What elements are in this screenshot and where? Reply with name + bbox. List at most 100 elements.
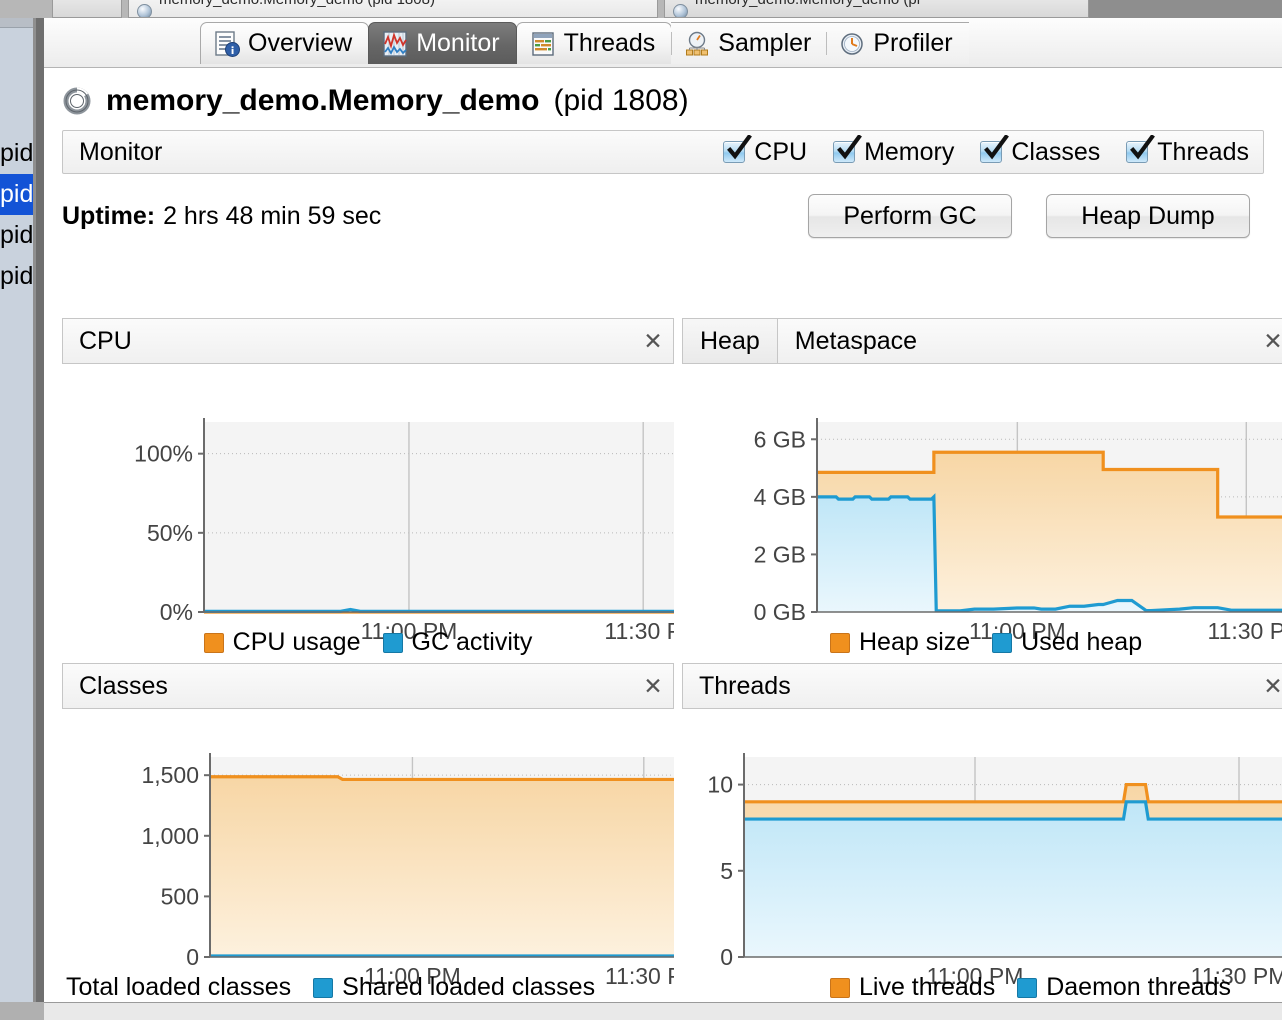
chart-title-cpu: CPU [79, 326, 132, 355]
chart-body-threads[interactable]: 0 5 10 11:00 PM 11:30 PM Live threads Daemon… [682, 709, 1282, 1002]
profiler-clock-icon [839, 30, 865, 58]
check-mark-icon [983, 134, 1010, 161]
tab-overview[interactable]: Overview [200, 22, 370, 64]
svg-text:0%: 0% [160, 599, 193, 625]
legend-item: Total loaded classes [66, 973, 291, 1002]
close-x-icon[interactable]: ✕ [633, 664, 673, 708]
java-app-ring-icon [62, 86, 92, 116]
legend-swatch-orange [203, 632, 224, 653]
svg-text:500: 500 [161, 883, 199, 909]
close-x-icon[interactable]: ✕ [1253, 319, 1282, 363]
sidebar-tree-node[interactable]: pid 1 [0, 215, 33, 256]
chart-body-cpu[interactable]: 0%50%100%11:00 PM11:30 P CPU usage GC ac… [62, 364, 674, 663]
checkbox-cpu-label: CPU [754, 137, 808, 166]
monitor-section-label: Monitor [79, 137, 163, 166]
chart-panel-threads: Threads ✕ 0 5 10 11:00 PM 11:30 PM Live thre… [682, 663, 1282, 1002]
legend-label: GC activity [411, 628, 533, 656]
tab-threads-label: Threads [563, 29, 656, 57]
document-tab[interactable]: memory_demo.Memory_demo (pi [664, 0, 1089, 18]
tab-profiler-label: Profiler [873, 29, 953, 57]
uptime-label: Uptime: [62, 201, 156, 230]
java-app-ring-icon [673, 4, 688, 17]
checkbox-box[interactable] [833, 134, 862, 163]
legend-item: CPU usage [203, 628, 361, 657]
chart-title-classes: Classes [79, 671, 168, 700]
check-mark-icon [726, 134, 753, 161]
close-x-icon[interactable]: ✕ [1253, 664, 1282, 708]
svg-text:1,000: 1,000 [141, 823, 199, 849]
check-mark-icon [1129, 134, 1156, 161]
legend-swatch-blue [313, 977, 334, 998]
chart-panel-heap: Heap Metaspace ✕ 0 GB 2 GB 4 GB 6 GB 11:00 P… [682, 318, 1282, 663]
overview-document-icon [214, 30, 240, 58]
checkbox-cpu[interactable]: CPU [723, 134, 808, 167]
document-tab[interactable] [52, 0, 122, 18]
chart-header-heap: Heap Metaspace ✕ [682, 318, 1282, 364]
chart-legend-threads: Live threads Daemon threads [682, 973, 1282, 1002]
chart-tab-heap[interactable]: Heap [683, 319, 778, 363]
checkbox-box[interactable] [1126, 134, 1156, 163]
legend-swatch-blue [992, 632, 1013, 653]
svg-text:10: 10 [707, 772, 733, 798]
chart-legend-heap: Heap size Used heap [682, 628, 1282, 657]
chart-header-threads: Threads ✕ [682, 663, 1282, 709]
legend-swatch-orange [830, 977, 850, 998]
legend-label: Shared loaded classes [342, 973, 596, 1001]
sidebar-tree-node[interactable]: pid 1 [0, 133, 33, 174]
document-tab-label: memory_demo.Memory_demo (pi [695, 0, 920, 8]
java-app-ring-icon [137, 4, 152, 17]
sidebar-tree-node-selected[interactable]: pid 1 [0, 174, 33, 215]
checkbox-classes[interactable]: Classes [980, 134, 1101, 167]
chart-canvas-classes: 05001,0001,50011:00 PM11:30 P [141, 753, 674, 989]
uptime-row: Uptime: 2 hrs 48 min 59 sec Perform GC H… [62, 188, 1264, 244]
applications-explorer-tree[interactable]: pid 1 pid 1 pid 1 pid 2 [0, 18, 36, 1002]
svg-text:0: 0 [720, 944, 733, 970]
sidebar-splitter[interactable] [36, 18, 44, 1002]
tab-sampler[interactable]: Sampler [671, 22, 828, 64]
document-tab-label: memory_demo.Memory_demo (pid 1808) [159, 0, 435, 8]
tab-monitor[interactable]: Monitor [368, 22, 517, 64]
svg-text:0: 0 [186, 944, 199, 970]
document-tab-active[interactable]: memory_demo.Memory_demo (pid 1808) [128, 0, 658, 18]
tab-threads[interactable]: Threads [515, 22, 673, 64]
sampler-gauge-icon [684, 30, 710, 58]
legend-label: Live threads [859, 973, 996, 1001]
svg-text:100%: 100% [134, 441, 193, 467]
tab-profiler[interactable]: Profiler [826, 22, 969, 64]
legend-item: Heap size [830, 628, 970, 657]
checkbox-memory[interactable]: Memory [833, 134, 954, 167]
legend-label: Daemon threads [1046, 973, 1232, 1001]
legend-label: Used heap [1021, 628, 1143, 656]
svg-text:1,500: 1,500 [141, 762, 199, 788]
tab-monitor-label: Monitor [416, 29, 500, 57]
heap-dump-button[interactable]: Heap Dump [1046, 194, 1250, 238]
checkbox-threads[interactable]: Threads [1126, 134, 1249, 167]
chart-tab-metaspace[interactable]: Metaspace [778, 319, 934, 363]
perform-gc-button[interactable]: Perform GC [808, 194, 1012, 238]
chart-body-heap[interactable]: 0 GB 2 GB 4 GB 6 GB 11:00 PM 11:30 P Heap siz… [682, 364, 1282, 663]
tab-overview-label: Overview [248, 29, 353, 57]
page-title: memory_demo.Memory_demo (pid 1808) [44, 68, 1282, 124]
legend-label: Heap size [859, 628, 971, 656]
svg-text:0 GB: 0 GB [754, 599, 806, 625]
app-name: memory_demo.Memory_demo [106, 84, 540, 117]
checkbox-box[interactable] [723, 134, 753, 163]
checkbox-box[interactable] [980, 134, 1010, 163]
legend-item: GC activity [382, 628, 533, 657]
legend-label: Total loaded classes [66, 973, 292, 1001]
sidebar-tree-node[interactable]: pid 2 [0, 256, 33, 297]
close-x-icon[interactable]: ✕ [633, 319, 673, 363]
chart-legend-cpu: CPU usage GC activity [62, 628, 674, 657]
svg-text:5: 5 [720, 858, 733, 884]
monitor-view: Overview Monitor Threads Sampler Profile… [44, 18, 1282, 1002]
tab-sampler-label: Sampler [718, 29, 812, 57]
legend-swatch-blue [382, 632, 403, 653]
legend-item: Daemon threads [1017, 973, 1231, 1002]
legend-item: Used heap [992, 628, 1142, 657]
view-tabbar: Overview Monitor Threads Sampler Profile… [44, 18, 1282, 68]
chart-body-classes[interactable]: 05001,0001,50011:00 PM11:30 P Total load… [62, 709, 674, 1002]
legend-swatch-orange [830, 632, 850, 653]
checkbox-classes-label: Classes [1011, 137, 1101, 166]
threads-table-icon [530, 30, 556, 58]
